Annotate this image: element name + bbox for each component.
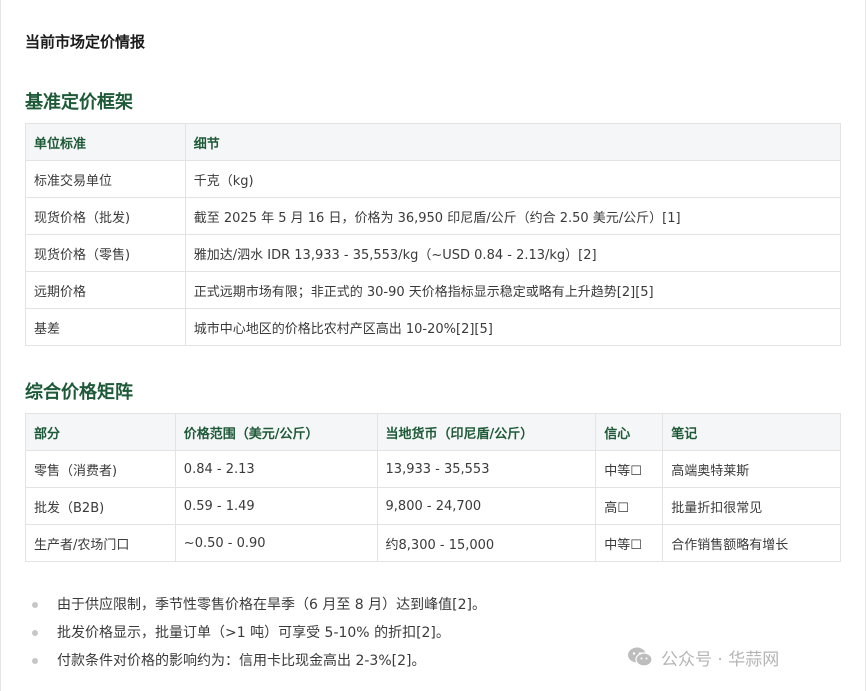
column-header: 当地货币（印尼盾/公斤） (376, 413, 597, 451)
bullet-icon (32, 602, 38, 608)
column-header: 信心 (595, 413, 664, 451)
list-item-text: 批发价格显示，批量订单（>1 吨）可享受 5-10% 的折扣[2]。 (57, 625, 450, 641)
table-row: 基差 城市中心地区的价格比农村产区高出 10-20%[2][5] (25, 308, 842, 346)
table-cell: 高☐ (595, 487, 664, 525)
list-item-text: 付款条件对价格的影响约为：信用卡比现金高出 2-3%[2]。 (57, 653, 426, 669)
table-cell: 0.59 - 1.49 (174, 487, 378, 525)
benchmark-pricing-table: 单位标准 细节 标准交易单位 千克（kg) 现货价格（批发) 截至 2025 年… (25, 123, 842, 346)
table-cell: 现货价格（零售) (25, 234, 186, 272)
table-cell: 约8,300 - 15,000 (376, 524, 597, 562)
table-cell: 9,800 - 24,700 (376, 487, 597, 525)
table-cell: 高端奥特莱斯 (662, 450, 841, 488)
watermark-text: 公众号 · 华蒜网 (661, 649, 780, 670)
page-title: 当前市场定价情报 (25, 33, 146, 51)
table-cell: 城市中心地区的价格比农村产区高出 10-20%[2][5] (184, 308, 842, 346)
section-title-price-matrix: 综合价格矩阵 (25, 382, 133, 403)
section-title-benchmark: 基准定价框架 (25, 92, 133, 113)
list-item-text: 由于供应限制，季节性零售价格在旱季（6 月至 8 月）达到峰值[2]。 (57, 597, 486, 613)
table-cell: 千克（kg) (184, 160, 842, 198)
table-cell: 雅加达/泗水 IDR 13,933 - 35,553/kg（~USD 0.84 … (184, 234, 842, 272)
list-item: 由于供应限制，季节性零售价格在旱季（6 月至 8 月）达到峰值[2]。 (32, 594, 486, 622)
table-row: 生产者/农场门口 ~0.50 - 0.90 约8,300 - 15,000 中等… (25, 524, 841, 562)
column-header: 笔记 (662, 413, 841, 451)
column-header: 部分 (25, 413, 176, 451)
table-cell: 正式远期市场有限；非正式的 30-90 天价格指标显示稳定或略有上升趋势[2][… (184, 271, 842, 309)
table-cell: 合作销售额略有增长 (662, 524, 841, 562)
list-item: 付款条件对价格的影响约为：信用卡比现金高出 2-3%[2]。 (32, 650, 486, 678)
table-cell: 标准交易单位 (25, 160, 186, 198)
list-item: 批发价格显示，批量订单（>1 吨）可享受 5-10% 的折扣[2]。 (32, 622, 486, 650)
table-header-row: 单位标准 细节 (25, 123, 842, 161)
table-cell: 基差 (25, 308, 186, 346)
table-cell: 现货价格（批发) (25, 197, 186, 235)
table-row: 现货价格（批发) 截至 2025 年 5 月 16 日，价格为 36,950 印… (25, 197, 842, 235)
table-cell: 批发（B2B) (25, 487, 176, 525)
table-row: 批发（B2B) 0.59 - 1.49 9,800 - 24,700 高☐ 批量… (25, 487, 841, 525)
table-cell: 远期价格 (25, 271, 186, 309)
table-cell: 零售（消费者) (25, 450, 176, 488)
table-cell: 中等☐ (595, 524, 664, 562)
table-cell: ~0.50 - 0.90 (174, 524, 378, 562)
bullet-icon (32, 658, 38, 664)
table-cell: 0.84 - 2.13 (174, 450, 378, 488)
notes-list: 由于供应限制，季节性零售价格在旱季（6 月至 8 月）达到峰值[2]。 批发价格… (32, 594, 486, 678)
table-header-row: 部分 价格范围（美元/公斤） 当地货币（印尼盾/公斤） 信心 笔记 (25, 413, 841, 451)
table-row: 标准交易单位 千克（kg) (25, 160, 842, 198)
column-header: 细节 (184, 123, 842, 161)
table-cell: 13,933 - 35,553 (376, 450, 597, 488)
watermark: 公众号 · 华蒜网 (627, 644, 779, 670)
table-row: 现货价格（零售) 雅加达/泗水 IDR 13,933 - 35,553/kg（~… (25, 234, 842, 272)
table-cell: 生产者/农场门口 (25, 524, 176, 562)
wechat-icon (628, 647, 653, 667)
bullet-icon (32, 630, 38, 636)
price-matrix-table: 部分 价格范围（美元/公斤） 当地货币（印尼盾/公斤） 信心 笔记 零售（消费者… (25, 413, 841, 562)
table-row: 零售（消费者) 0.84 - 2.13 13,933 - 35,553 中等☐ … (25, 450, 841, 488)
column-header: 单位标准 (25, 123, 186, 161)
table-cell: 截至 2025 年 5 月 16 日，价格为 36,950 印尼盾/公斤（约合 … (184, 197, 842, 235)
table-cell: 批量折扣很常见 (662, 487, 841, 525)
column-header: 价格范围（美元/公斤） (174, 413, 378, 451)
table-row: 远期价格 正式远期市场有限；非正式的 30-90 天价格指标显示稳定或略有上升趋… (25, 271, 842, 309)
table-cell: 中等☐ (595, 450, 664, 488)
